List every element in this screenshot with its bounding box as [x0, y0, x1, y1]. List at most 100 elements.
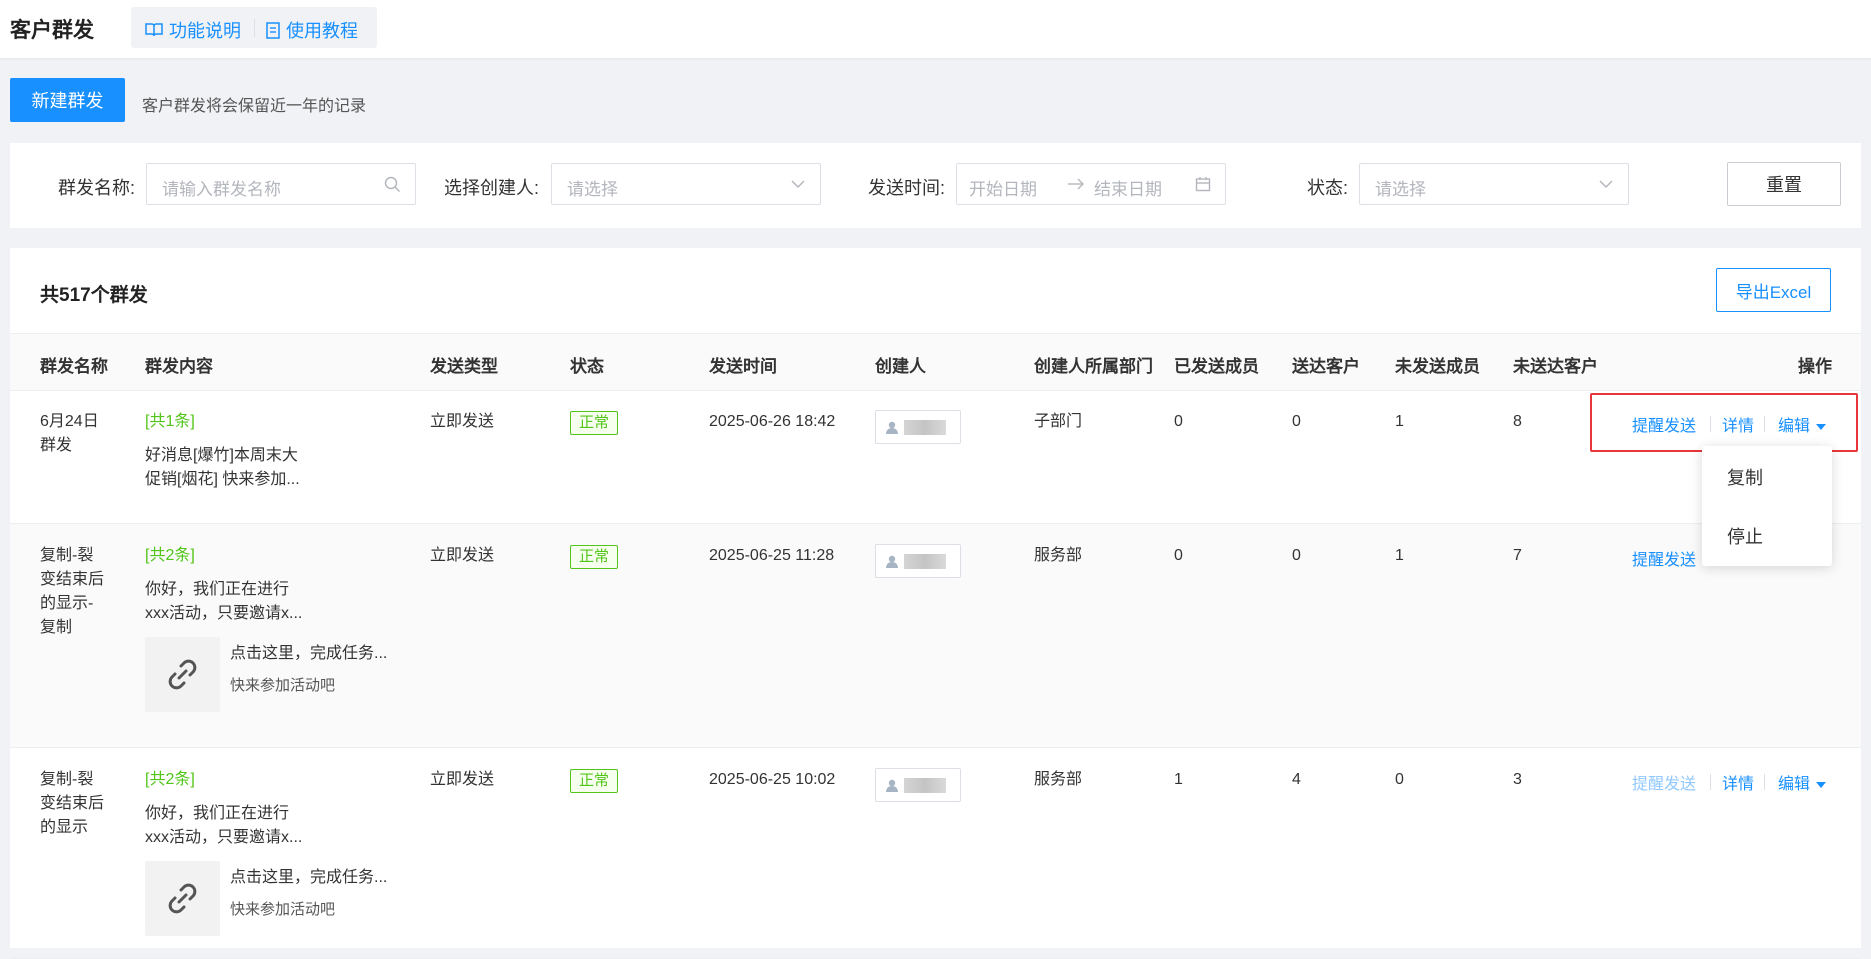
status-filter-label: 状态: [1307, 178, 1349, 198]
column-header: 创建人所属部门 [1034, 357, 1153, 376]
creator-tag [875, 544, 961, 578]
edit-dropdown-trigger[interactable]: 编辑 [1778, 770, 1827, 794]
link-card-thumbnail [145, 861, 220, 936]
creator-filter-label: 选择创建人: [444, 178, 540, 198]
mass-send-name: 复制-裂 变结束后 的显示 [40, 771, 105, 836]
link-card-title: 点击这里，完成任务... [230, 869, 388, 886]
mass-send-name: 复制-裂 变结束后 的显示- 复制 [40, 547, 105, 636]
filter-bar: 群发名称: 请输入群发名称 选择创建人: 请选择 发送时间: 开始日期 结束日期… [10, 143, 1861, 228]
feature-description-link[interactable]: 功能说明 [145, 17, 241, 43]
mass-send-name: 6月24日 群发 [40, 413, 99, 454]
help-links: 功能说明 使用教程 [131, 7, 377, 48]
creator-tag [875, 768, 961, 802]
edit-dropdown-menu: 复制 停止 [1702, 446, 1832, 566]
send-time: 2025-06-25 11:28 [709, 547, 835, 564]
message-preview: 好消息[爆竹]本周末大 促销[烟花] 快来参加... [145, 447, 300, 488]
unreached-customers: 8 [1513, 413, 1522, 430]
top-bar: 客户群发 功能说明 使用教程 [0, 0, 1871, 58]
page-title: 客户群发 [10, 19, 94, 42]
feature-description-label: 功能说明 [169, 21, 241, 41]
end-date-placeholder: 结束日期 [1094, 180, 1162, 199]
chevron-down-icon [791, 180, 805, 189]
link-card-thumbnail [145, 637, 220, 712]
message-count: [共2条] [145, 771, 195, 788]
remind-send-link[interactable]: 提醒发送 [1632, 770, 1696, 794]
creator-department: 服务部 [1034, 547, 1083, 564]
message-count: [共1条] [145, 413, 195, 430]
search-icon [384, 176, 401, 193]
unreached-customers: 7 [1513, 547, 1522, 564]
link-icon [168, 659, 197, 690]
column-header: 群发名称 [40, 357, 108, 376]
reached-customers: 0 [1292, 547, 1301, 564]
calendar-icon [1195, 177, 1211, 192]
unreached-customers: 3 [1513, 771, 1522, 788]
column-header: 发送时间 [709, 357, 777, 376]
creator-name-redacted [904, 554, 946, 569]
link-card-description: 快来参加活动吧 [230, 677, 336, 694]
user-icon [886, 421, 898, 434]
new-mass-send-button[interactable]: 新建群发 [10, 78, 125, 122]
send-type: 立即发送 [430, 547, 495, 564]
remind-send-link[interactable]: 提醒发送 [1632, 546, 1696, 570]
tutorial-link[interactable]: 使用教程 [266, 17, 358, 43]
stop-menu-item[interactable]: 停止 [1727, 523, 1763, 549]
name-search-placeholder: 请输入群发名称 [162, 180, 281, 199]
copy-menu-item[interactable]: 复制 [1727, 464, 1763, 490]
link-card-description: 快来参加活动吧 [230, 901, 336, 918]
reached-customers: 0 [1292, 413, 1301, 430]
column-header: 已发送成员 [1174, 357, 1259, 376]
caret-down-icon [1816, 781, 1827, 788]
column-header: 操作 [1798, 357, 1832, 376]
creator-name-redacted [904, 420, 946, 435]
document-icon [266, 21, 280, 39]
sent-members: 0 [1174, 413, 1183, 430]
column-header: 未送达客户 [1513, 357, 1598, 376]
column-header: 状态 [570, 357, 604, 376]
sent-members: 0 [1174, 547, 1183, 564]
column-header: 未发送成员 [1395, 357, 1480, 376]
creator-select[interactable]: 请选择 [551, 163, 821, 205]
date-range-picker[interactable]: 开始日期 结束日期 [956, 163, 1226, 205]
table-row: 复制-裂 变结束后 的显示 [共2条] 你好，我们正在进行 xxx活动，只要邀请… [10, 748, 1861, 959]
column-header: 送达客户 [1292, 357, 1360, 376]
creator-department: 服务部 [1034, 771, 1083, 788]
link-icon [168, 883, 197, 914]
message-preview: 你好，我们正在进行 xxx活动，只要邀请x... [145, 805, 303, 846]
message-count: [共2条] [145, 547, 195, 564]
book-open-icon [145, 23, 163, 37]
unsent-members: 1 [1395, 413, 1404, 430]
divider [254, 19, 255, 37]
divider [1710, 774, 1711, 790]
status-select-placeholder: 请选择 [1375, 180, 1426, 199]
status-badge: 正常 [570, 545, 619, 569]
highlight-box [1590, 393, 1858, 452]
table-header: 群发名称 群发内容 发送类型 状态 发送时间 创建人 创建人所属部门 已发送成员… [10, 333, 1861, 391]
table-row: 6月24日 群发 [共1条] 好消息[爆竹]本周末大 促销[烟花] 快来参加..… [10, 390, 1861, 524]
link-card-title: 点击这里，完成任务... [230, 645, 388, 662]
name-filter-label: 群发名称: [58, 178, 136, 198]
status-badge: 正常 [570, 769, 619, 793]
column-header: 创建人 [875, 357, 926, 376]
message-preview: 你好，我们正在进行 xxx活动，只要邀请x... [145, 581, 303, 622]
send-type: 立即发送 [430, 413, 495, 430]
status-select[interactable]: 请选择 [1359, 163, 1629, 205]
export-excel-button[interactable]: 导出Excel [1716, 268, 1831, 312]
creator-select-placeholder: 请选择 [567, 180, 618, 199]
reached-customers: 4 [1292, 771, 1301, 788]
creator-department: 子部门 [1034, 413, 1083, 430]
reset-button[interactable]: 重置 [1727, 162, 1841, 206]
send-type: 立即发送 [430, 771, 495, 788]
column-header: 群发内容 [145, 357, 213, 376]
start-date-placeholder: 开始日期 [969, 180, 1037, 199]
creator-tag [875, 410, 961, 444]
user-icon [886, 779, 898, 792]
detail-link[interactable]: 详情 [1722, 770, 1754, 794]
send-time: 2025-06-25 10:02 [709, 771, 836, 788]
column-header: 发送类型 [430, 357, 498, 376]
status-badge: 正常 [570, 411, 619, 435]
sent-members: 1 [1174, 771, 1183, 788]
name-search-input[interactable]: 请输入群发名称 [146, 163, 416, 205]
send-time-label: 发送时间: [868, 178, 946, 198]
total-count: 共517个群发 [40, 285, 148, 306]
